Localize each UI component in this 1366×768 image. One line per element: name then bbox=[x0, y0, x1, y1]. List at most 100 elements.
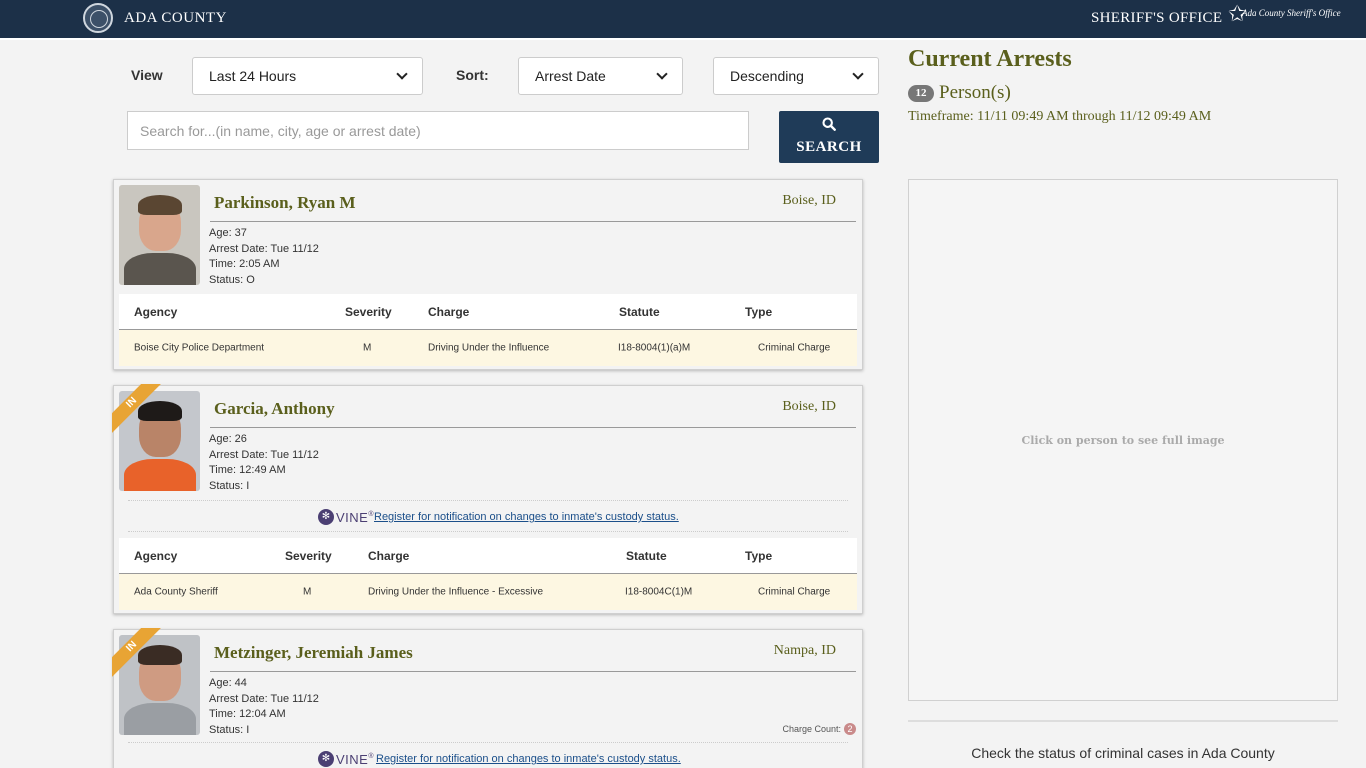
divider bbox=[210, 427, 856, 428]
county-seal-icon[interactable] bbox=[83, 3, 113, 33]
divider bbox=[908, 720, 1338, 722]
search-icon bbox=[822, 117, 836, 131]
charge-row: Ada County Sheriff M Driving Under the I… bbox=[119, 574, 857, 610]
person-age: Age: 44 bbox=[209, 677, 247, 689]
person-details: Age: 44 Arrest Date: Tue 11/12 Time: 12:… bbox=[209, 676, 319, 738]
top-header: ADA COUNTY SHERIFF'S OFFICE ✩ Ada County… bbox=[0, 0, 1366, 40]
sort-label: Sort: bbox=[456, 67, 489, 83]
charge-table: Agency Severity Charge Statute Type Ada … bbox=[119, 538, 857, 610]
order-select-value: Descending bbox=[730, 68, 804, 84]
custody-status: Status: I bbox=[209, 723, 250, 736]
image-hint: Click on person to see full image bbox=[1021, 434, 1225, 447]
vine-icon: ✻ bbox=[318, 509, 334, 525]
arrest-time: Time: 2:05 AM bbox=[209, 258, 280, 271]
sort-select[interactable]: Arrest Date bbox=[518, 57, 683, 95]
arrest-date: Arrest Date: Tue 11/12 bbox=[209, 242, 319, 255]
vine-logo: ✻ VINE ® bbox=[318, 508, 374, 526]
person-name[interactable]: Parkinson, Ryan M bbox=[214, 193, 356, 213]
arrest-card[interactable]: Parkinson, Ryan M Boise, ID Age: 37 Arre… bbox=[113, 179, 863, 370]
col-type: Type bbox=[745, 548, 773, 563]
county-name[interactable]: ADA COUNTY bbox=[124, 10, 227, 27]
charge-type: Criminal Charge bbox=[758, 586, 831, 598]
col-statute: Statute bbox=[619, 304, 660, 319]
divider bbox=[210, 671, 856, 672]
col-severity: Severity bbox=[285, 548, 332, 563]
divider bbox=[210, 221, 856, 222]
ribbon-label: IN bbox=[112, 384, 162, 434]
charge-type: Criminal Charge bbox=[758, 342, 831, 354]
search-placeholder: Search for...(in name, city, age or arre… bbox=[140, 122, 421, 139]
charge-count-badge: 2 bbox=[844, 723, 856, 735]
order-select[interactable]: Descending bbox=[713, 57, 879, 95]
charge-table: Agency Severity Charge Statute Type Bois… bbox=[119, 294, 857, 366]
person-name[interactable]: Metzinger, Jeremiah James bbox=[214, 643, 413, 663]
col-type: Type bbox=[745, 304, 773, 319]
office-logo-text: Ada County Sheriff's Office bbox=[1242, 8, 1341, 18]
person-age: Age: 26 bbox=[209, 433, 247, 445]
col-charge: Charge bbox=[428, 304, 470, 319]
charge-statute: I18-8004(1)(a)M bbox=[618, 342, 691, 354]
ribbon-label: IN bbox=[112, 628, 162, 678]
search-button-label: SEARCH bbox=[796, 139, 862, 155]
vine-icon: ✻ bbox=[318, 751, 334, 767]
col-statute: Statute bbox=[626, 548, 667, 563]
person-details: Age: 37 Arrest Date: Tue 11/12 Time: 2:0… bbox=[209, 226, 319, 288]
charge-description: Driving Under the Influence bbox=[428, 342, 550, 354]
search-input[interactable]: Search for...(in name, city, age or arre… bbox=[127, 111, 749, 150]
person-count: 12 Person(s) bbox=[908, 82, 1011, 104]
chevron-down-icon bbox=[656, 68, 668, 80]
vine-logo: ✻ VINE ® bbox=[318, 750, 374, 768]
person-name[interactable]: Garcia, Anthony bbox=[214, 399, 335, 419]
full-image-panel: Click on person to see full image bbox=[908, 179, 1338, 701]
person-city: Boise, ID bbox=[782, 193, 836, 208]
charge-count-label: Charge Count: bbox=[782, 724, 841, 734]
charge-agency: Boise City Police Department bbox=[134, 342, 265, 354]
arrest-card[interactable]: IN Metzinger, Jeremiah James Nampa, ID A… bbox=[112, 628, 863, 768]
in-custody-ribbon: IN bbox=[112, 628, 162, 678]
vine-register-link[interactable]: Register for notification on changes to … bbox=[374, 511, 679, 523]
arrest-card[interactable]: IN Garcia, Anthony Boise, ID Age: 26 Arr… bbox=[112, 384, 863, 614]
person-count-label: Person(s) bbox=[939, 82, 1011, 103]
current-arrests-title: Current Arrests bbox=[908, 46, 1072, 72]
chevron-down-icon bbox=[396, 68, 408, 80]
charge-row: Boise City Police Department M Driving U… bbox=[119, 330, 857, 366]
charge-severity: M bbox=[363, 342, 372, 354]
col-agency: Agency bbox=[134, 548, 178, 563]
charge-count[interactable]: Charge Count: 2 bbox=[782, 723, 856, 735]
view-select[interactable]: Last 24 Hours bbox=[192, 57, 423, 95]
sort-select-value: Arrest Date bbox=[535, 68, 606, 84]
col-severity: Severity bbox=[345, 304, 392, 319]
vine-register-link[interactable]: Register for notification on changes to … bbox=[376, 753, 681, 765]
vine-notification-row: ✻ VINE ® Register for notification on cha… bbox=[128, 742, 848, 768]
in-custody-ribbon: IN bbox=[112, 384, 162, 434]
vine-logo-text: VINE bbox=[336, 509, 369, 525]
vine-logo-text: VINE bbox=[336, 751, 369, 767]
arrest-date: Arrest Date: Tue 11/12 bbox=[209, 692, 319, 705]
col-charge: Charge bbox=[368, 548, 410, 563]
col-agency: Agency bbox=[134, 304, 178, 319]
search-button[interactable]: SEARCH bbox=[779, 111, 879, 163]
case-status-link[interactable]: Check the status of criminal cases in Ad… bbox=[908, 745, 1338, 761]
view-select-value: Last 24 Hours bbox=[209, 68, 297, 84]
person-city: Nampa, ID bbox=[773, 643, 836, 658]
person-count-badge: 12 bbox=[908, 84, 934, 102]
charge-table-header: Agency Severity Charge Statute Type bbox=[119, 538, 857, 574]
custody-status: Status: O bbox=[209, 273, 255, 286]
chevron-down-icon bbox=[852, 68, 864, 80]
charge-description: Driving Under the Influence - Excessive bbox=[368, 586, 544, 598]
charge-agency: Ada County Sheriff bbox=[134, 586, 218, 598]
arrest-time: Time: 12:04 AM bbox=[209, 708, 286, 721]
office-name[interactable]: SHERIFF'S OFFICE bbox=[1091, 10, 1222, 27]
charge-statute: I18-8004C(1)M bbox=[625, 586, 693, 598]
mugshot-photo[interactable] bbox=[119, 185, 200, 285]
charge-table-header: Agency Severity Charge Statute Type bbox=[119, 294, 857, 330]
charge-severity: M bbox=[303, 586, 312, 598]
timeframe: Timeframe: 11/11 09:49 AM through 11/12 … bbox=[908, 109, 1212, 124]
person-city: Boise, ID bbox=[782, 399, 836, 414]
person-details: Age: 26 Arrest Date: Tue 11/12 Time: 12:… bbox=[209, 432, 319, 494]
vine-notification-row: ✻ VINE ® Register for notification on cha… bbox=[128, 500, 848, 532]
custody-status: Status: I bbox=[209, 479, 250, 492]
arrest-time: Time: 12:49 AM bbox=[209, 464, 286, 477]
sheriff-star-icon[interactable]: ✩ Ada County Sheriff's Office bbox=[1228, 3, 1341, 35]
view-label: View bbox=[131, 67, 163, 83]
